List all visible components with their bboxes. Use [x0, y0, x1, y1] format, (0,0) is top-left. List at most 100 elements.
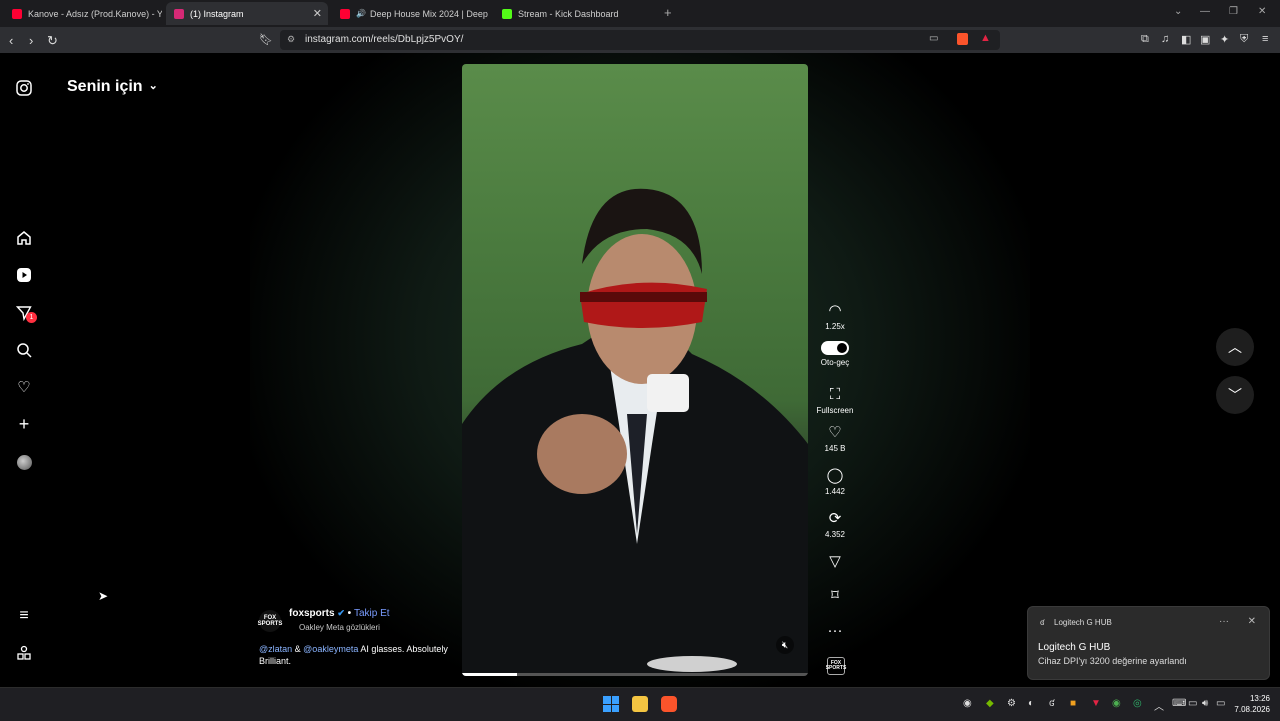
toggle-switch [821, 341, 849, 355]
more-dots-icon: ··· [827, 622, 843, 639]
reel-video[interactable]: 🔇︎ [462, 64, 808, 676]
media-icon[interactable]: ♫ [1161, 33, 1169, 45]
mention-link[interactable]: @oakleymeta [303, 644, 358, 654]
author-avatar[interactable]: FOX SPORTS [258, 610, 282, 632]
maximize-button[interactable]: ❐ [1229, 6, 1238, 17]
vpn-icon[interactable]: ⛨ [1240, 33, 1248, 46]
tray-app-icon[interactable]: ◉ [1112, 698, 1121, 709]
network-icon[interactable]: ▭ [1188, 698, 1197, 709]
speed-button[interactable]: ◠ 1.25x [812, 302, 858, 331]
author-username[interactable]: foxsports [289, 608, 335, 619]
notification-more-icon[interactable]: ··· [1219, 616, 1229, 627]
youtube-icon [340, 8, 350, 19]
volume-icon[interactable]: 🔊︎ [1202, 698, 1208, 709]
windows-start-icon[interactable] [603, 696, 619, 712]
mouse-cursor-icon: ➤ [98, 589, 109, 603]
create-icon[interactable]: + [15, 414, 33, 434]
tab-youtube-kanove[interactable]: Kanove - Adsız (Prod.Kanove) - YouTube [4, 2, 162, 25]
fullscreen-icon: ⛶ [829, 386, 841, 403]
share-button[interactable]: ▽ [812, 553, 858, 573]
instagram-icon [174, 8, 184, 19]
tab-title: (1) Instagram [190, 8, 244, 19]
leo-ai-icon[interactable]: ✦ [1220, 33, 1229, 46]
bookmark-icon[interactable]: 🔖︎ [259, 33, 273, 46]
tray-edge-icon[interactable]: ◎ [1133, 698, 1142, 709]
save-button[interactable]: ⌑ [812, 587, 858, 607]
battery-icon[interactable]: ▭ [1216, 698, 1225, 709]
tray-app-icon[interactable]: ■ [1070, 698, 1076, 709]
clock-date: 7.08.2026 [1234, 705, 1270, 714]
brave-rewards-icon[interactable]: ▲ [980, 32, 991, 44]
cast-icon[interactable]: ▭ [929, 33, 938, 44]
menu-icon[interactable]: ≡ [1262, 33, 1268, 45]
instagram-logo-icon[interactable] [15, 79, 33, 97]
author-line: foxsports ✔ • Takip Et [289, 608, 390, 619]
notification-body: Cihaz DPI'yı 3200 değerine ayarlandı [1038, 656, 1187, 666]
notification-close-icon[interactable]: ✕ [1248, 616, 1256, 627]
autoplay-toggle[interactable]: Oto-geç [812, 341, 858, 367]
repost-count: 4.352 [824, 530, 846, 539]
like-button[interactable]: ♡ 145 B [812, 424, 858, 453]
search-icon[interactable] [15, 341, 33, 359]
autoplay-label: Oto-geç [820, 358, 850, 367]
follow-button[interactable]: Takip Et [354, 608, 390, 619]
reels-icon[interactable] [15, 266, 33, 284]
feed-selector[interactable]: Senin için ⌄ [67, 78, 158, 96]
back-icon[interactable]: ‹ [9, 33, 13, 48]
author-subtitle[interactable]: Oakley Meta gözlükleri [299, 623, 380, 632]
mute-icon[interactable]: 🔇︎ [776, 636, 794, 654]
video-progress-bar[interactable] [462, 673, 808, 676]
extensions-icon[interactable]: ⧉ [1141, 33, 1149, 46]
tray-nvidia-icon[interactable]: ◆ [986, 698, 994, 709]
brave-shields-icon[interactable] [957, 33, 968, 45]
verified-badge-icon: ✔ [337, 608, 345, 618]
mention-link[interactable]: @zlatan [259, 644, 292, 654]
instagram-page: Senin için ⌄ 1 ♡ + ≡ ➤ 🔇︎ ◠ 1.25x Oto-ge… [0, 53, 1280, 687]
wallet-icon[interactable]: ▣ [1200, 33, 1210, 46]
new-tab-button[interactable]: + [664, 5, 672, 20]
brave-browser-icon[interactable] [661, 696, 677, 712]
send-icon: ▽ [829, 553, 841, 570]
tray-logitech-icon[interactable]: ʛ [1049, 698, 1055, 709]
heart-icon[interactable]: ♡ [15, 378, 33, 396]
tab-list-icon[interactable]: ⌄ [1174, 6, 1182, 17]
home-icon[interactable] [15, 229, 33, 247]
site-info-icon[interactable]: ⚙ [287, 34, 295, 45]
avatar[interactable] [15, 453, 33, 471]
tray-discord-icon[interactable]: ◐ [1028, 698, 1034, 709]
tab-kick[interactable]: Stream - Kick Dashboard [494, 2, 654, 25]
reload-icon[interactable]: ↻ [47, 33, 58, 49]
more-menu-icon[interactable]: ≡ [15, 607, 33, 625]
sidebar-toggle-icon[interactable]: ◧ [1181, 33, 1191, 46]
caption-text: & [292, 644, 304, 654]
fullscreen-button[interactable]: ⛶ Fullscreen [812, 386, 858, 415]
notification-heading: Logitech G HUB [1038, 642, 1111, 653]
system-notification[interactable]: ʛ Logitech G HUB ··· ✕ Logitech G HUB Ci… [1027, 606, 1270, 680]
next-reel-button[interactable]: ﹀ [1216, 376, 1254, 414]
tab-deep-house[interactable]: 🔊 Deep House Mix 2024 | Deep House [332, 2, 490, 25]
taskbar-clock[interactable]: 13:26 7.08.2026 [1230, 693, 1270, 715]
chevron-down-icon: ﹀ [1228, 387, 1242, 403]
language-icon[interactable]: ⌨ [1172, 698, 1186, 709]
url-field[interactable]: ⚙ instagram.com/reels/DbLpjz5PvOY/ ▭ ▲ [280, 30, 1000, 50]
tray-app-icon[interactable]: ▼ [1091, 698, 1101, 709]
close-window-button[interactable]: ✕ [1258, 6, 1266, 17]
audio-source-logo[interactable]: FOX SPORTS [826, 657, 846, 675]
repost-icon: ⟳ [828, 510, 842, 527]
tab-instagram[interactable]: (1) Instagram ✕ [166, 2, 328, 25]
close-tab-icon[interactable]: ✕ [313, 7, 322, 20]
tray-chevron-icon[interactable]: ︿ [1154, 698, 1164, 713]
speed-label: 1.25x [825, 322, 845, 331]
more-options-button[interactable]: ··· [812, 622, 858, 642]
comment-button[interactable]: ◯ 1.442 [812, 467, 858, 496]
repost-button[interactable]: ⟳ 4.352 [812, 510, 858, 539]
previous-reel-button[interactable]: ︿ [1216, 328, 1254, 366]
url-text: instagram.com/reels/DbLpjz5PvOY/ [305, 34, 464, 45]
apps-icon[interactable] [15, 644, 33, 662]
minimize-button[interactable]: — [1200, 6, 1210, 17]
tray-steam-icon[interactable]: ◉ [963, 698, 972, 709]
file-explorer-icon[interactable] [632, 696, 648, 712]
tray-settings-icon[interactable]: ⚙ [1007, 698, 1016, 709]
forward-icon[interactable]: › [29, 33, 33, 48]
windows-taskbar: ◉ ◆ ⚙ ◐ ʛ ■ ▼ ◉ ◎ ︿ ⌨ ▭ 🔊︎ ▭ 13:26 7.08.… [0, 687, 1280, 721]
